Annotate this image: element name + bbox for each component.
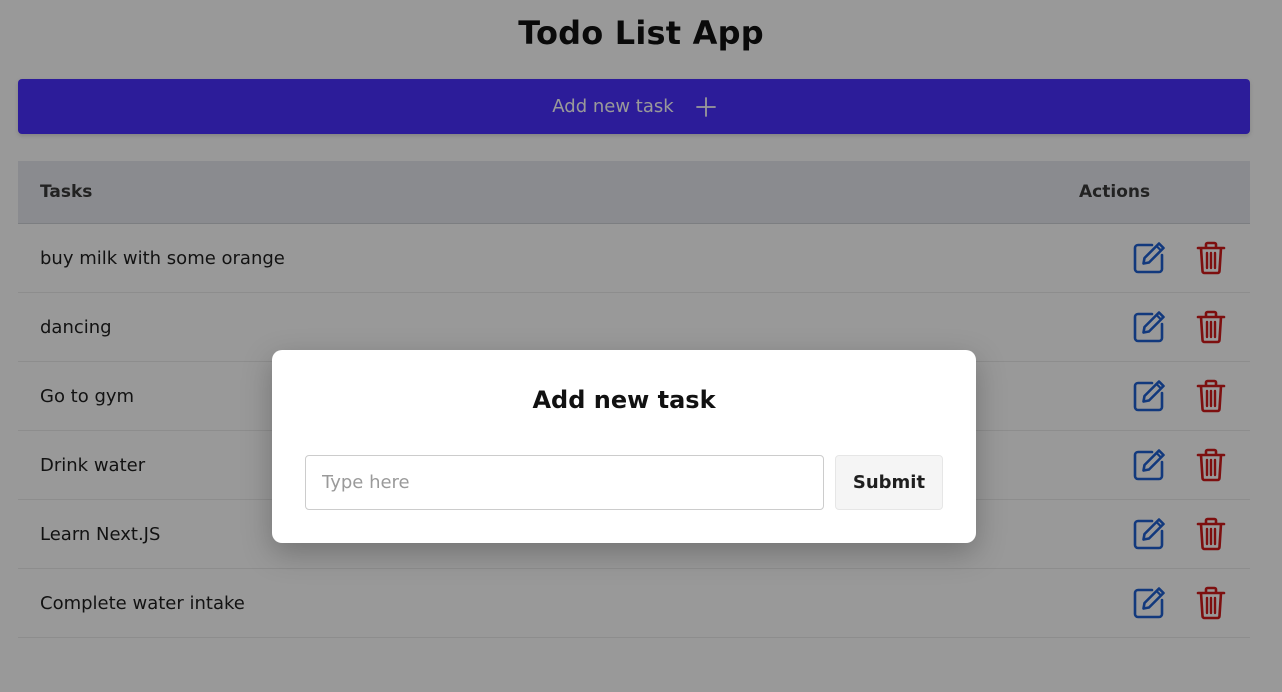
add-task-modal: Add new task Submit: [272, 350, 976, 543]
submit-button[interactable]: Submit: [835, 455, 943, 510]
modal-title: Add new task: [532, 386, 716, 414]
modal-backdrop[interactable]: [0, 0, 1282, 692]
task-input[interactable]: [305, 455, 824, 510]
todo-page: Todo List App Add new task Tasks Actions…: [0, 0, 1282, 692]
